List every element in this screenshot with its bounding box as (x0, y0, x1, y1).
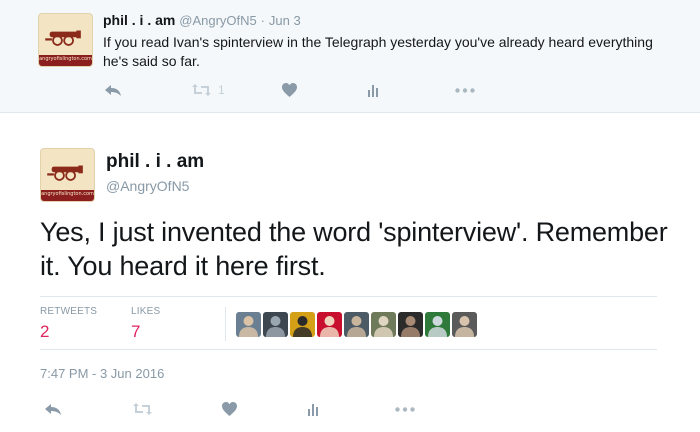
more-icon (455, 88, 475, 93)
liker-avatar[interactable] (452, 312, 477, 337)
avatar-caption: angryofislington.com (39, 55, 92, 62)
cannon-logo-icon (47, 165, 84, 182)
retweets-value: 2 (40, 322, 50, 341)
heart-icon (222, 402, 237, 416)
parent-analytics-button[interactable] (367, 82, 381, 98)
parent-name[interactable]: phil . i . am (103, 12, 175, 28)
liker-avatar[interactable] (236, 312, 261, 337)
person-icon (428, 316, 447, 337)
person-icon (266, 316, 285, 337)
tweet-timestamp[interactable]: 7:47 PM - 3 Jun 2016 (40, 366, 164, 381)
main-reply-button[interactable] (44, 401, 62, 417)
analytics-icon (308, 404, 318, 416)
liker-avatar[interactable] (425, 312, 450, 337)
liker-avatar[interactable] (344, 312, 369, 337)
main-avatar[interactable]: angryofislington.com (40, 148, 95, 202)
stats-divider (225, 307, 226, 341)
parent-tweet[interactable]: angryofislington.com phil . i . am @Angr… (0, 0, 700, 113)
person-icon (455, 316, 474, 337)
cannon-logo-icon (45, 30, 82, 47)
retweets-stat[interactable]: RETWEETS 2 (40, 306, 97, 342)
avatar-caption: angryofislington.com (41, 190, 94, 197)
person-icon (401, 316, 420, 337)
reply-icon (105, 85, 121, 96)
liker-avatar[interactable] (263, 312, 288, 337)
parent-separator: · (260, 13, 265, 28)
parent-header: phil . i . am @AngryOfN5 · Jun 3 (103, 12, 301, 28)
likes-label: LIKES (131, 306, 161, 317)
retweets-label: RETWEETS (40, 306, 98, 317)
retweet-icon (192, 84, 211, 96)
liker-avatar[interactable] (398, 312, 423, 337)
liker-avatar[interactable] (371, 312, 396, 337)
likes-value: 7 (131, 322, 141, 341)
main-more-button[interactable] (395, 407, 415, 412)
parent-reply-button[interactable] (104, 82, 122, 98)
reply-icon (45, 404, 61, 415)
person-icon (293, 316, 312, 337)
main-like-button[interactable] (221, 401, 238, 417)
retweet-icon (133, 403, 152, 415)
parent-text: If you read Ivan's spinterview in the Te… (103, 34, 653, 69)
person-icon (320, 316, 339, 337)
main-text: Yes, I just invented the word 'spintervi… (40, 217, 668, 281)
more-icon (395, 407, 415, 412)
liker-avatar[interactable] (317, 312, 342, 337)
main-retweet-button[interactable] (132, 402, 153, 416)
parent-retweet-count: 1 (218, 83, 225, 97)
main-analytics-button[interactable] (307, 401, 321, 417)
parent-handle[interactable]: @AngryOfN5 (179, 13, 257, 28)
parent-avatar[interactable]: angryofislington.com (38, 13, 93, 67)
main-handle[interactable]: @AngryOfN5 (106, 178, 189, 194)
heart-icon (282, 83, 297, 97)
likes-stat[interactable]: LIKES 7 (131, 306, 160, 342)
liker-avatar[interactable] (290, 312, 315, 337)
likers-avatars (236, 312, 477, 337)
person-icon (239, 316, 258, 337)
main-name[interactable]: phil . i . am (106, 151, 204, 173)
tweet-stats: RETWEETS 2 LIKES 7 (40, 296, 657, 350)
person-icon (347, 316, 366, 337)
parent-retweet-button[interactable]: 1 (191, 83, 225, 97)
person-icon (374, 316, 393, 337)
parent-more-button[interactable] (455, 88, 475, 93)
parent-like-button[interactable] (281, 82, 298, 98)
analytics-icon (368, 85, 378, 97)
parent-date[interactable]: Jun 3 (269, 13, 301, 28)
